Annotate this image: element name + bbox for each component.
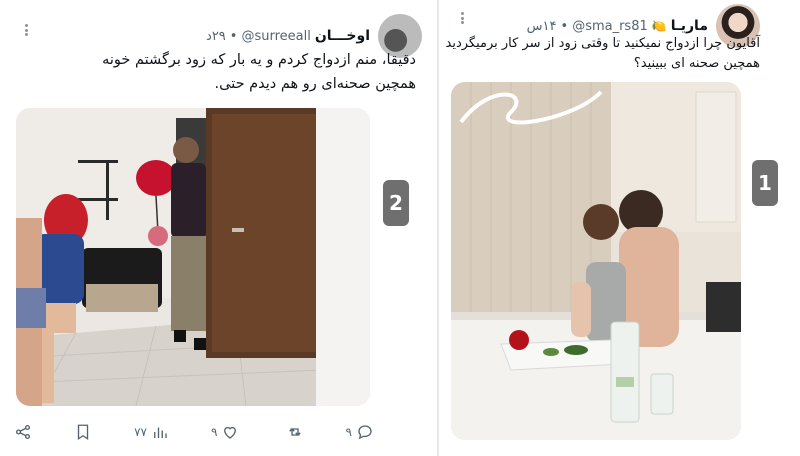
- post-text-line-2: همچین صحنه ای ببینید؟: [633, 56, 760, 71]
- reply-button[interactable]: ۹: [346, 423, 374, 441]
- separator-dot: •: [229, 28, 238, 44]
- post-text-line-2: همچین صحنه‌ای رو هم دیدم حتی.: [214, 76, 416, 92]
- action-bar: ۹ ۹ ۷۷: [14, 420, 374, 444]
- views-count: ۷۷: [134, 425, 147, 439]
- quote-post-left: اوخـــان @surreeall • ۲۹د دقیقا، منم ازد…: [0, 0, 436, 456]
- more-options-icon[interactable]: [18, 22, 34, 38]
- lemon-emoji-icon: 🍋: [651, 19, 667, 33]
- retweet-button[interactable]: [282, 423, 304, 441]
- original-post-right: ماریـا 🍋 @sma_rs81 • ۱۴س آقایون چرا ازدو…: [440, 0, 800, 456]
- separator-dot: •: [560, 18, 569, 34]
- post-meta: اوخـــان @surreeall • ۲۹د: [206, 28, 370, 44]
- like-button[interactable]: ۹: [211, 423, 239, 441]
- timestamp[interactable]: ۱۴س: [527, 19, 557, 34]
- heart-icon: [224, 426, 237, 439]
- post-text: دقیقا، منم ازدواج کردم و یه بار که زود ب…: [16, 48, 416, 96]
- like-count: ۹: [211, 425, 218, 439]
- handle[interactable]: @surreeall: [241, 29, 310, 44]
- post-media-image[interactable]: [16, 108, 370, 406]
- more-options-icon[interactable]: [454, 10, 470, 26]
- post-meta: ماریـا 🍋 @sma_rs81 • ۱۴س: [527, 18, 708, 34]
- divider: [437, 0, 439, 456]
- bookmark-icon: [77, 424, 89, 441]
- post-text-line-1: آقایون چرا ازدواج نمیکنید تا وقتی زود از…: [445, 36, 761, 51]
- display-name[interactable]: اوخـــان: [315, 28, 370, 44]
- reply-icon: [358, 425, 372, 440]
- kitchen-scene-image: [451, 82, 741, 440]
- share-icon: [15, 424, 31, 440]
- post-text-line-1: دقیقا، منم ازدواج کردم و یه بار که زود ب…: [102, 52, 416, 68]
- reply-count: ۹: [345, 425, 352, 439]
- number-badge: 2: [383, 180, 409, 226]
- handle[interactable]: @sma_rs81: [572, 19, 648, 34]
- room-scene-image: [16, 108, 370, 406]
- number-badge: 1: [752, 160, 778, 206]
- post-media-image[interactable]: [451, 82, 741, 440]
- display-name[interactable]: ماریـا: [671, 18, 708, 34]
- bookmark-button[interactable]: [74, 423, 92, 441]
- retweet-icon: [288, 428, 301, 436]
- post-text: آقایون چرا ازدواج نمیکنید تا وقتی زود از…: [440, 34, 761, 74]
- share-button[interactable]: [14, 423, 32, 441]
- bar-chart-icon: [154, 427, 167, 438]
- timestamp[interactable]: ۲۹د: [206, 29, 226, 44]
- views-button[interactable]: ۷۷: [134, 423, 169, 441]
